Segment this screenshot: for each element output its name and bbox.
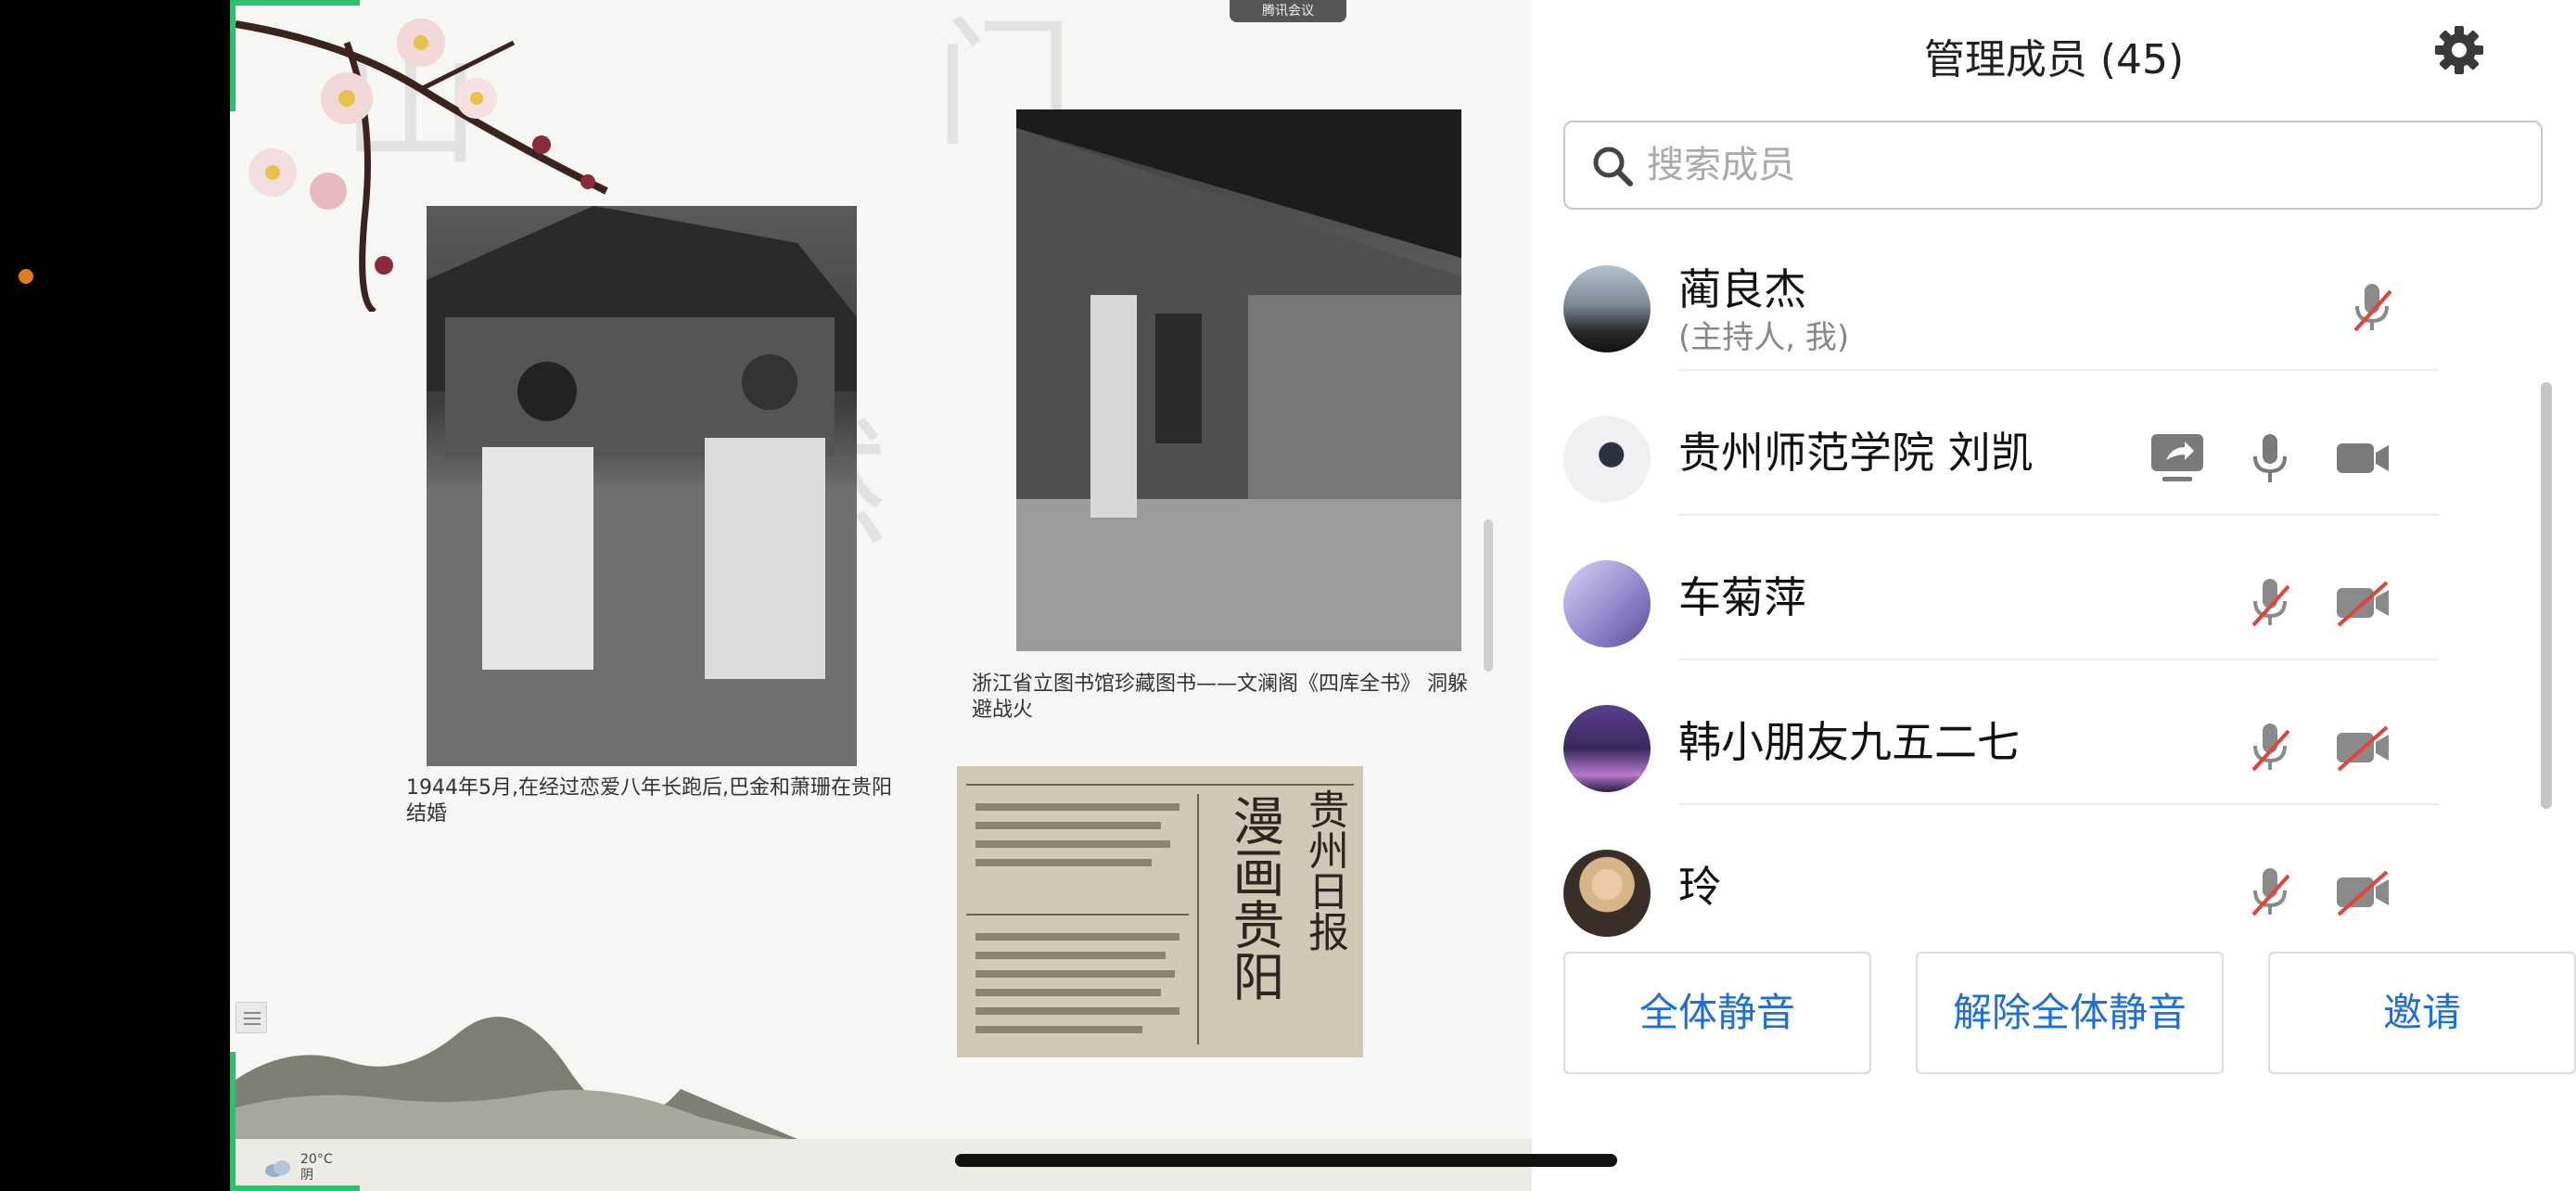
member-name: 贵州师范学院 刘凯 [1678,428,2034,478]
member-row[interactable]: 韩小朋友九五二七 [1563,666,2509,805]
mic-icon[interactable] [2240,429,2300,488]
screen-share-icon[interactable] [2148,429,2207,488]
video-off-icon[interactable] [2333,718,2392,777]
row-divider [1678,803,2439,805]
newspaper-title: 贵州日报 [1301,788,1348,952]
member-row[interactable]: 蔺良杰 (主持人, 我) [1563,232,2509,371]
avatar [1563,265,1651,352]
member-role: (主持人, 我) [1678,319,1850,356]
recording-indicator [19,269,33,284]
panel-title: 管理成员 (45) [1923,36,2185,83]
mic-muted-icon[interactable] [2342,278,2402,338]
search-icon [1593,147,1633,186]
unmute-all-button[interactable]: 解除全体静音 [1916,952,2224,1074]
member-name: 玲 [1678,862,1721,912]
member-row[interactable]: 玲 [1563,811,2509,950]
mic-muted-icon[interactable] [2240,573,2300,633]
mic-muted-icon[interactable] [2240,718,2300,777]
row-divider [1678,369,2439,371]
row-divider [1678,514,2439,516]
share-frame-marker [230,0,360,6]
member-panel: 管理成员 (45) 搜索成员 蔺良杰 (主持人, 我) 贵州师范学院 刘凯 车菊… [1532,0,2576,1191]
photo-library-cave [1016,109,1461,651]
settings-gear-icon[interactable] [2431,22,2487,78]
cloud-icon [265,1160,290,1177]
member-name: 车菊萍 [1678,572,1806,622]
weather-description: 阴 [300,1168,313,1183]
mute-all-button[interactable]: 全体静音 [1563,952,1871,1074]
member-name: 韩小朋友九五二七 [1678,717,2020,767]
avatar [1563,560,1651,647]
newspaper-image: 贵州日报 漫画贵阳 [957,766,1363,1057]
video-off-icon[interactable] [2333,573,2392,633]
meeting-name-pill[interactable]: 腾讯会议 [1230,0,1346,22]
mic-muted-icon[interactable] [2240,863,2300,922]
search-box[interactable] [1563,121,2543,210]
screen-root: 山 云 然 门 腾讯会议 [0,0,2576,1191]
photo-caption-1: 1944年5月,在经过恋爱八年长跑后,巴金和萧珊在贵阳结婚 [406,776,892,826]
member-row[interactable]: 车菊萍 [1563,521,2509,660]
row-divider [1678,659,2439,660]
avatar [1563,416,1651,503]
member-list-scrollbar[interactable] [2541,382,2552,809]
avatar [1563,705,1651,792]
home-indicator[interactable] [955,1154,1617,1167]
share-frame-marker [230,0,236,111]
shared-screen[interactable]: 山 云 然 门 腾讯会议 [230,0,1532,1191]
photo-wedding [427,206,857,766]
invite-button[interactable]: 邀请 [2268,952,2576,1074]
video-camera-icon[interactable] [2333,429,2392,488]
left-black-bar [0,0,230,1191]
search-input[interactable] [1647,139,2481,191]
share-frame-marker [230,1185,360,1191]
shared-screen-scrollbar[interactable] [1484,519,1493,672]
newspaper-headline: 漫画贵阳 [1224,794,1284,1002]
video-off-icon[interactable] [2333,863,2392,922]
photo-caption-2: 浙江省立图书馆珍藏图书——文澜阁《四库全书》 洞躲避战火 [972,672,1468,722]
member-name: 蔺良杰 [1678,264,1806,314]
mountain-decoration [236,1017,810,1145]
avatar [1563,850,1651,937]
member-row[interactable]: 贵州师范学院 刘凯 [1563,377,2509,516]
share-frame-marker [230,1052,236,1191]
